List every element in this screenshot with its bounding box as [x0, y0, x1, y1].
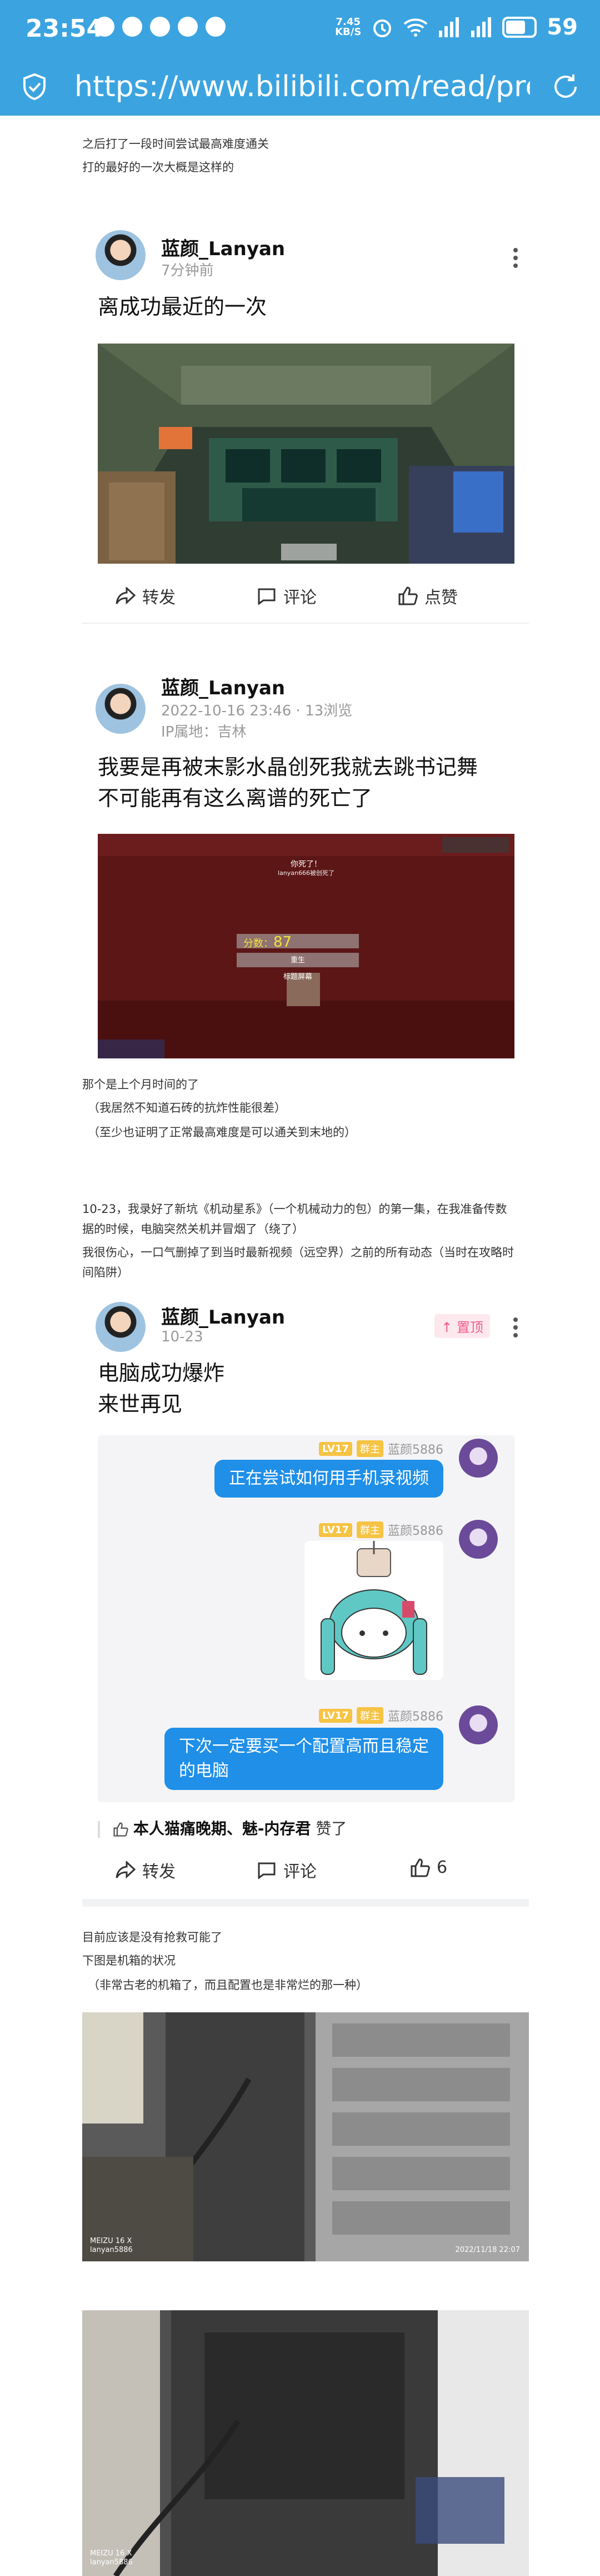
avatar[interactable] — [96, 230, 146, 280]
divider — [82, 1899, 529, 1907]
action-bar: 转发 评论 6 — [82, 1852, 529, 1886]
note-line: 打的最好的一次大概是这样的 — [82, 161, 234, 174]
comment-button[interactable]: 评论 — [257, 1858, 317, 1882]
post-text: 离成功最近的一次 — [98, 295, 267, 319]
note-line: 我很伤心，一口气删掉了到当时最新视频（远空界）之前的所有动态（当时在攻略时 — [82, 1246, 514, 1259]
comment-icon — [258, 588, 276, 605]
clock: 23:54 — [26, 14, 104, 43]
chat-bubble: 下次一定要买一个配置高而且稳定的电脑 — [164, 1728, 443, 1790]
like-button[interactable]: 6 — [410, 1858, 447, 1877]
photo-timestamp: 2022/11/18 22:07 — [455, 2246, 520, 2254]
share-icon — [116, 587, 136, 605]
post-time: 7分钟前 — [161, 262, 214, 279]
dynamic-card: 蓝颜_Lanyan 2022-10-16 23:46 · 13浏览 IP属地：吉… — [82, 662, 529, 1067]
photo-watermark: MEIZU 16 X lanyan5886 — [90, 2549, 133, 2567]
note-line: 10-23，我录好了新坑《机动星系》（一个机械动力的包）的第一集，在我准备传数 — [82, 1202, 507, 1216]
title-screen-button: 标题屏幕 — [283, 973, 312, 981]
end-portal-scene — [98, 344, 514, 564]
death-title: 你死了！ — [291, 860, 322, 869]
note-line: 目前应该是没有抢救可能了 — [82, 1931, 222, 1944]
game-screenshot[interactable]: 你死了！ lanyan666被创死了 分数：87 重生 标题屏幕 — [98, 834, 514, 1058]
note-line: 间陷阱） — [82, 1266, 129, 1279]
death-score: 分数：87 — [243, 934, 292, 951]
dynamic-card: 蓝颜_Lanyan 7分钟前 离成功最近的一次 转发 评论 点赞 — [82, 211, 529, 634]
notification-icon — [122, 17, 142, 37]
more-icon[interactable] — [513, 248, 518, 271]
pin-badge: ↑ 置顶 — [434, 1314, 490, 1338]
death-reason: lanyan666被创死了 — [278, 869, 334, 877]
signal-icon — [439, 17, 459, 37]
sticker-image — [321, 1541, 427, 1675]
post-text: 电脑成功爆炸 来世再见 — [98, 1361, 225, 1416]
avatar[interactable] — [96, 684, 146, 734]
ip-location: IP属地：吉林 — [161, 724, 247, 740]
username[interactable]: 蓝颜_Lanyan — [161, 233, 285, 261]
chat-screenshot[interactable]: LV17 群主 蓝颜5886 正在尝试如何用手机录视频 LV17 群主 蓝颜58… — [98, 1435, 514, 1802]
share-icon — [116, 1861, 136, 1879]
post-text: 我要是再被末影水晶创死我就去跳书记舞 不可能再有这么离谱的死亡了 — [98, 755, 478, 810]
pc-case-photo[interactable]: MEIZU 16 X lanyan5886 2022/11/18 22:07 — [82, 2012, 529, 2261]
comment-icon — [258, 1862, 276, 1879]
wifi-icon — [403, 18, 428, 37]
post-time: 10-23 — [161, 1329, 203, 1345]
notification-icon — [94, 17, 114, 37]
chat-bubble: 正在尝试如何用手机录视频 — [214, 1460, 443, 1498]
status-bar: 23:54 7.45 KB/S 59 — [0, 0, 600, 58]
thumbs-up-icon — [113, 1822, 128, 1837]
thumbs-up-icon — [411, 1858, 430, 1877]
note-line: 之后打了一段时间尝试最高难度通关 — [82, 137, 269, 151]
note-line: （我居然不知道石砖的抗炸性能很差） — [88, 1101, 286, 1115]
username[interactable]: 蓝颜_Lanyan — [161, 1302, 285, 1329]
more-icon[interactable] — [513, 1317, 518, 1341]
pc-case-photo[interactable]: MEIZU 16 X lanyan5886 — [82, 2310, 529, 2576]
note-line: （至少也证明了正常最高难度是可以通关到末地的） — [88, 1126, 356, 1139]
note-line: 下图是机箱的状况 — [82, 1954, 176, 1967]
miku-sticker — [304, 1541, 443, 1680]
share-button[interactable]: 转发 — [116, 1858, 176, 1882]
avatar[interactable] — [96, 1302, 146, 1352]
divider — [82, 623, 529, 624]
username[interactable]: 蓝颜_Lanyan — [161, 673, 285, 700]
photo-image — [82, 2012, 529, 2261]
like-button[interactable]: 点赞 — [398, 584, 458, 608]
note-line: 那个是上个月时间的了 — [82, 1078, 199, 1091]
signal-icon — [471, 17, 492, 37]
notification-icon — [178, 17, 198, 37]
action-bar: 转发 评论 点赞 — [82, 578, 529, 611]
refresh-icon[interactable] — [551, 72, 580, 101]
dynamic-card: 蓝颜_Lanyan 10-23 ↑ 置顶 电脑成功爆炸 来世再见 LV17 群主… — [82, 1295, 529, 1912]
chat-avatar — [459, 1520, 498, 1559]
post-time: 2022-10-16 23:46 · 13浏览 — [161, 703, 353, 719]
url-field[interactable]: https://www.bilibili.com/read/previe — [74, 70, 530, 103]
shield-icon[interactable] — [22, 73, 47, 100]
chat-sender: LV17 群主 蓝颜5886 — [319, 1440, 443, 1458]
browser-url-bar: https://www.bilibili.com/read/previe — [0, 58, 600, 116]
likes-summary[interactable]: 本人猫痛晚期、魅-内存君 赞了 — [98, 1817, 347, 1839]
game-screenshot[interactable] — [98, 344, 514, 564]
notification-icons — [94, 17, 226, 37]
chat-sender: LV17 群主 蓝颜5886 — [319, 1707, 443, 1724]
chat-sender: LV17 群主 蓝颜5886 — [319, 1521, 443, 1539]
notification-icon — [150, 17, 170, 37]
note-line: （非常古老的机箱了，而且配置也是非常烂的那一种） — [88, 1978, 368, 1992]
alarm-icon — [373, 19, 392, 37]
chat-avatar — [459, 1439, 498, 1478]
comment-button[interactable]: 评论 — [257, 584, 317, 608]
thumbs-up-icon — [398, 586, 418, 605]
net-speed: 7.45 KB/S — [335, 16, 362, 38]
photo-image — [82, 2310, 529, 2576]
share-button[interactable]: 转发 — [116, 584, 176, 608]
battery-level: 59 — [547, 14, 578, 40]
notification-icon — [206, 17, 226, 37]
battery-icon — [502, 17, 537, 38]
photo-watermark: MEIZU 16 X lanyan5886 — [90, 2237, 133, 2254]
respawn-button: 重生 — [290, 956, 305, 964]
chat-avatar — [459, 1705, 498, 1744]
note-line: 据的时候，电脑突然关机并冒烟了（绕了） — [82, 1222, 304, 1236]
